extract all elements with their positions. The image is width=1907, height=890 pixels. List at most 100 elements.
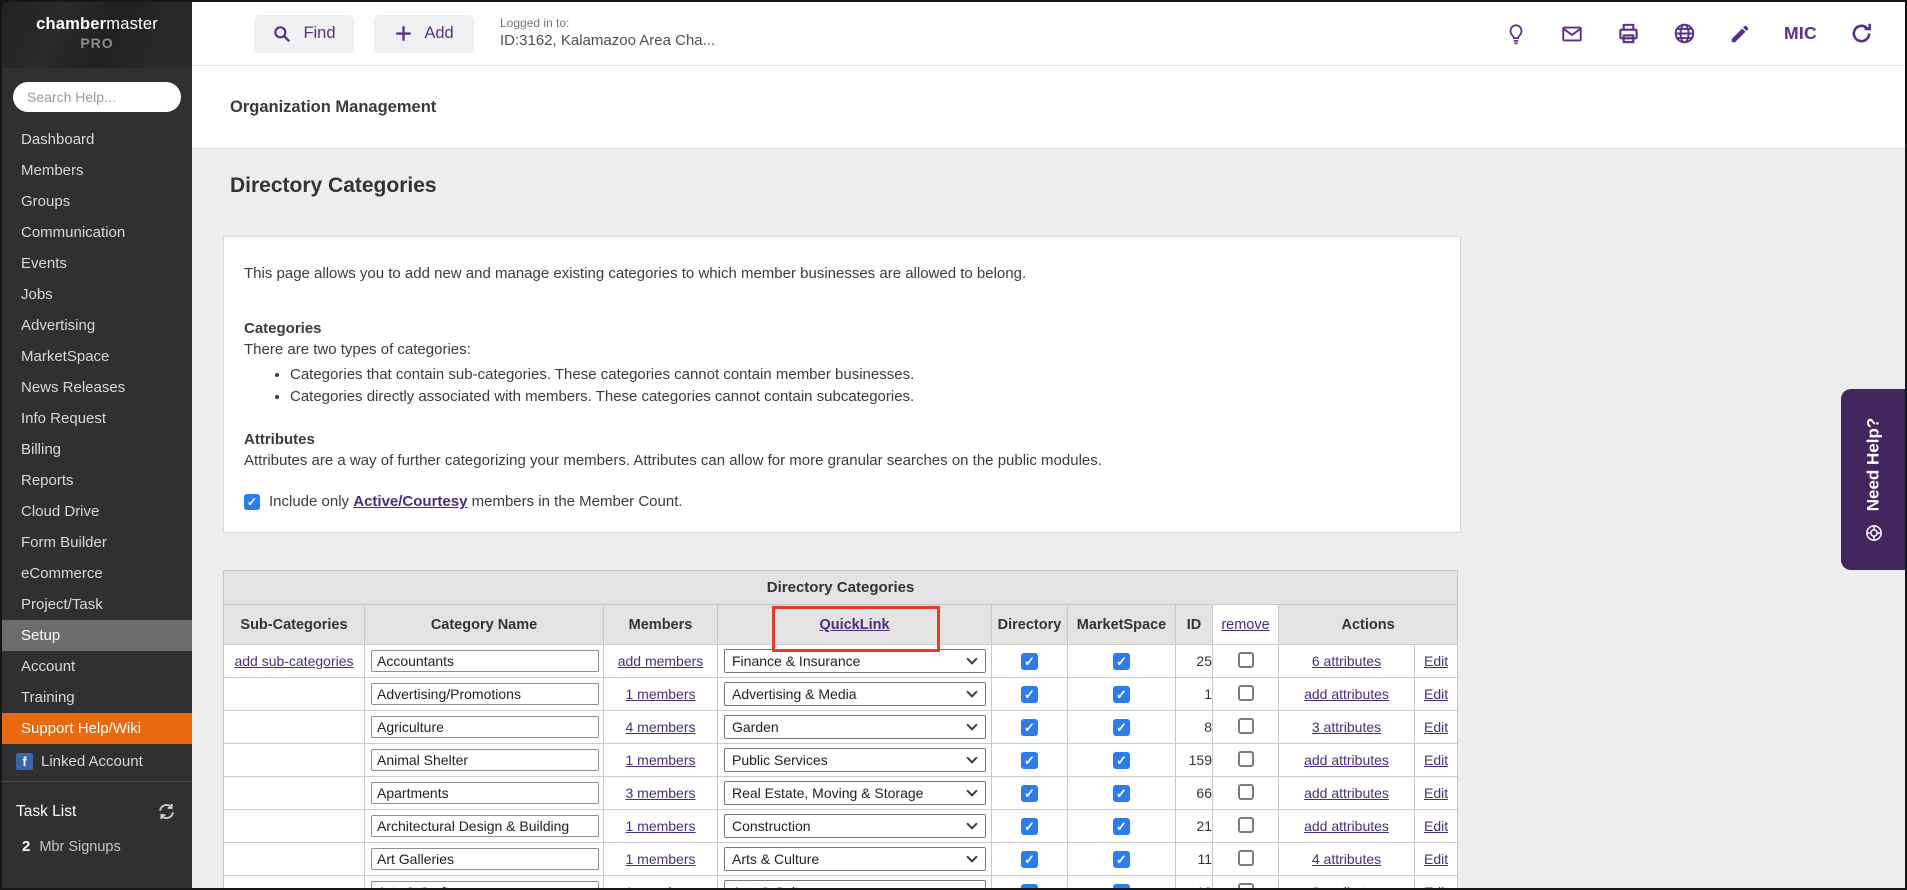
sidebar-item-groups[interactable]: Groups <box>2 186 192 217</box>
attributes-link[interactable]: add attributes <box>1304 785 1389 801</box>
search-help-input[interactable] <box>13 82 181 112</box>
sidebar-item-reports[interactable]: Reports <box>2 465 192 496</box>
add-sub-categories-link[interactable]: add sub-categories <box>234 653 353 669</box>
active-courtesy-link[interactable]: Active/Courtesy <box>353 493 467 510</box>
sidebar-item-communication[interactable]: Communication <box>2 217 192 248</box>
directory-checkbox[interactable]: ✓ <box>1021 719 1038 736</box>
attributes-link[interactable]: 2 attributes <box>1312 884 1381 890</box>
remove-checkbox[interactable] <box>1238 685 1254 701</box>
category-name-input[interactable] <box>371 716 599 738</box>
edit-link[interactable]: Edit <box>1424 719 1448 735</box>
category-name-input[interactable] <box>371 782 599 804</box>
need-help-tab[interactable]: Need Help? <box>1841 389 1905 570</box>
attributes-link[interactable]: add attributes <box>1304 686 1389 702</box>
marketspace-checkbox[interactable]: ✓ <box>1113 719 1130 736</box>
quicklink-header-link[interactable]: QuickLink <box>819 617 889 633</box>
category-name-input[interactable] <box>371 683 599 705</box>
task-list-item[interactable]: 2Mbr Signups <box>16 838 176 855</box>
quicklink-select[interactable]: Real Estate, Moving & Storage <box>724 781 986 805</box>
quicklink-select[interactable]: Arts & Culture <box>724 847 986 871</box>
remove-checkbox[interactable] <box>1238 850 1254 866</box>
directory-checkbox[interactable]: ✓ <box>1021 884 1038 890</box>
quicklink-select[interactable]: Garden <box>724 715 986 739</box>
sidebar-item-advertising[interactable]: Advertising <box>2 310 192 341</box>
attributes-link[interactable]: 6 attributes <box>1312 653 1381 669</box>
sidebar-item-jobs[interactable]: Jobs <box>2 279 192 310</box>
marketspace-checkbox[interactable]: ✓ <box>1113 686 1130 703</box>
sidebar-item-news-releases[interactable]: News Releases <box>2 372 192 403</box>
directory-checkbox[interactable]: ✓ <box>1021 818 1038 835</box>
task-refresh-icon[interactable] <box>157 802 176 821</box>
category-name-input[interactable] <box>371 749 599 771</box>
attributes-link[interactable]: 3 attributes <box>1312 719 1381 735</box>
edit-link[interactable]: Edit <box>1424 653 1448 669</box>
marketspace-checkbox[interactable]: ✓ <box>1113 752 1130 769</box>
directory-checkbox[interactable]: ✓ <box>1021 785 1038 802</box>
sidebar-item-billing[interactable]: Billing <box>2 434 192 465</box>
sidebar-item-account[interactable]: Account <box>2 651 192 682</box>
remove-header-link[interactable]: remove <box>1221 617 1269 633</box>
members-link[interactable]: 1 members <box>625 851 695 867</box>
add-button[interactable]: Add <box>374 15 474 53</box>
marketspace-checkbox[interactable]: ✓ <box>1113 884 1130 890</box>
remove-checkbox[interactable] <box>1238 784 1254 800</box>
find-button[interactable]: Find <box>254 15 354 53</box>
remove-checkbox[interactable] <box>1238 718 1254 734</box>
members-link[interactable]: 3 members <box>625 785 695 801</box>
category-name-input[interactable] <box>371 815 599 837</box>
sidebar-item-ecommerce[interactable]: eCommerce <box>2 558 192 589</box>
edit-link[interactable]: Edit <box>1424 785 1448 801</box>
members-link[interactable]: 1 members <box>625 818 695 834</box>
sidebar-item-form-builder[interactable]: Form Builder <box>2 527 192 558</box>
remove-checkbox[interactable] <box>1238 751 1254 767</box>
sidebar-item-training[interactable]: Training <box>2 682 192 713</box>
members-link[interactable]: 1 members <box>625 884 695 890</box>
sidebar-item-marketspace[interactable]: MarketSpace <box>2 341 192 372</box>
edit-link[interactable]: Edit <box>1424 752 1448 768</box>
category-name-input[interactable] <box>371 848 599 870</box>
edit-link[interactable]: Edit <box>1424 851 1448 867</box>
globe-icon[interactable] <box>1673 22 1696 45</box>
edit-link[interactable]: Edit <box>1424 884 1448 890</box>
marketspace-checkbox[interactable]: ✓ <box>1113 851 1130 868</box>
remove-checkbox[interactable] <box>1238 883 1254 890</box>
lightbulb-icon[interactable] <box>1505 22 1527 46</box>
logged-in-value[interactable]: ID:3162, Kalamazoo Area Cha... <box>500 31 715 51</box>
remove-checkbox[interactable] <box>1238 652 1254 668</box>
sidebar-item-dashboard[interactable]: Dashboard <box>2 124 192 155</box>
sidebar-item-info-request[interactable]: Info Request <box>2 403 192 434</box>
print-icon[interactable] <box>1617 22 1640 45</box>
directory-checkbox[interactable]: ✓ <box>1021 851 1038 868</box>
members-link[interactable]: add members <box>618 653 704 669</box>
sidebar-item-events[interactable]: Events <box>2 248 192 279</box>
quicklink-select[interactable]: Arts & Culture <box>724 880 986 890</box>
sidebar-item-cloud-drive[interactable]: Cloud Drive <box>2 496 192 527</box>
mail-icon[interactable] <box>1560 23 1584 45</box>
remove-checkbox[interactable] <box>1238 817 1254 833</box>
marketspace-checkbox[interactable]: ✓ <box>1113 653 1130 670</box>
pencil-icon[interactable] <box>1729 23 1751 45</box>
sidebar-item-members[interactable]: Members <box>2 155 192 186</box>
include-active-courtesy-checkbox[interactable]: ✓ <box>244 494 260 510</box>
quicklink-select[interactable]: Finance & Insurance <box>724 649 986 673</box>
category-name-input[interactable] <box>371 881 599 890</box>
directory-checkbox[interactable]: ✓ <box>1021 752 1038 769</box>
members-link[interactable]: 1 members <box>625 686 695 702</box>
attributes-link[interactable]: 4 attributes <box>1312 851 1381 867</box>
directory-checkbox[interactable]: ✓ <box>1021 686 1038 703</box>
sidebar-item-setup[interactable]: Setup <box>2 620 192 651</box>
refresh-icon[interactable] <box>1850 22 1873 45</box>
quicklink-select[interactable]: Public Services <box>724 748 986 772</box>
marketspace-checkbox[interactable]: ✓ <box>1113 785 1130 802</box>
directory-checkbox[interactable]: ✓ <box>1021 653 1038 670</box>
attributes-link[interactable]: add attributes <box>1304 818 1389 834</box>
quicklink-select[interactable]: Construction <box>724 814 986 838</box>
quicklink-select[interactable]: Advertising & Media <box>724 682 986 706</box>
sidebar-item-linked-account[interactable]: f Linked Account <box>2 744 192 781</box>
members-link[interactable]: 4 members <box>625 719 695 735</box>
attributes-link[interactable]: add attributes <box>1304 752 1389 768</box>
category-name-input[interactable] <box>371 650 599 672</box>
marketspace-checkbox[interactable]: ✓ <box>1113 818 1130 835</box>
edit-link[interactable]: Edit <box>1424 686 1448 702</box>
mic-menu[interactable]: MIC <box>1784 23 1817 44</box>
